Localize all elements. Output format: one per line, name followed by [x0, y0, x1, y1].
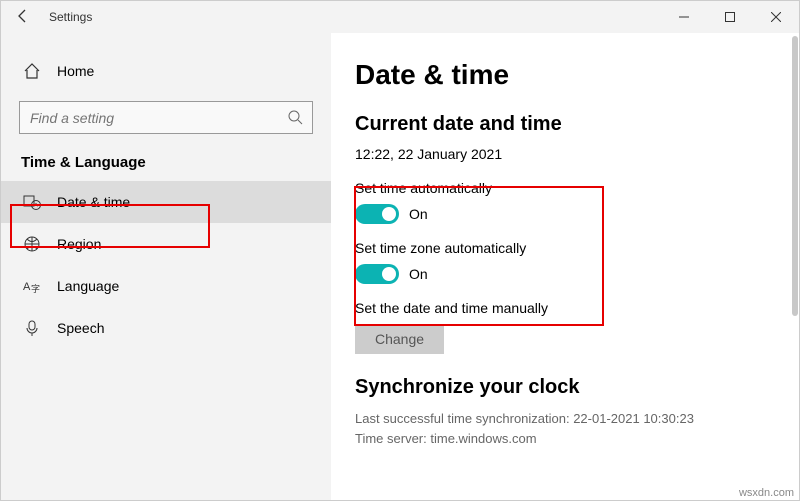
minimize-button[interactable] [661, 1, 707, 33]
sync-last: Last successful time synchronization: 22… [355, 409, 775, 429]
set-tz-auto-toggle[interactable] [355, 264, 399, 284]
set-time-auto-state: On [409, 206, 428, 222]
nav-label: Region [57, 236, 101, 252]
nav-speech[interactable]: Speech [1, 307, 331, 349]
section-title: Time & Language [1, 148, 331, 181]
scrollbar[interactable] [792, 36, 798, 316]
sync-heading: Synchronize your clock [355, 376, 775, 399]
nav-date-time[interactable]: Date & time [1, 181, 331, 223]
nav-label: Date & time [57, 194, 130, 210]
current-datetime: 12:22, 22 January 2021 [355, 146, 775, 162]
set-time-auto-label: Set time automatically [355, 180, 775, 196]
close-button[interactable] [753, 1, 799, 33]
set-tz-auto-label: Set time zone automatically [355, 240, 775, 256]
svg-text:A: A [23, 281, 31, 293]
search-icon [287, 109, 303, 130]
nav-label: Language [57, 278, 119, 294]
nav-language[interactable]: A字 Language [1, 265, 331, 307]
microphone-icon [23, 319, 41, 337]
home-icon [23, 62, 41, 80]
nav-label: Speech [57, 320, 104, 336]
page-heading: Date & time [355, 59, 775, 91]
nav-region[interactable]: Region [1, 223, 331, 265]
settings-window: Settings Home Time & Language [0, 0, 800, 501]
home-label: Home [57, 63, 94, 79]
main-content: Date & time Current date and time 12:22,… [331, 33, 799, 500]
window-title: Settings [49, 10, 92, 24]
sync-server: Time server: time.windows.com [355, 429, 775, 449]
back-button[interactable] [15, 8, 33, 27]
svg-text:字: 字 [31, 283, 40, 294]
search-input[interactable] [19, 101, 313, 134]
set-tz-auto-state: On [409, 266, 428, 282]
change-button: Change [355, 324, 444, 354]
titlebar: Settings [1, 1, 799, 33]
set-time-auto-toggle[interactable] [355, 204, 399, 224]
language-icon: A字 [23, 277, 41, 295]
globe-icon [23, 235, 41, 253]
manual-label: Set the date and time manually [355, 300, 775, 316]
watermark: wsxdn.com [739, 487, 794, 499]
date-time-icon [23, 193, 41, 211]
maximize-button[interactable] [707, 1, 753, 33]
home-nav[interactable]: Home [1, 51, 331, 91]
search-box [19, 101, 313, 134]
sidebar: Home Time & Language Date & time Region [1, 33, 331, 500]
section-current: Current date and time [355, 113, 775, 136]
